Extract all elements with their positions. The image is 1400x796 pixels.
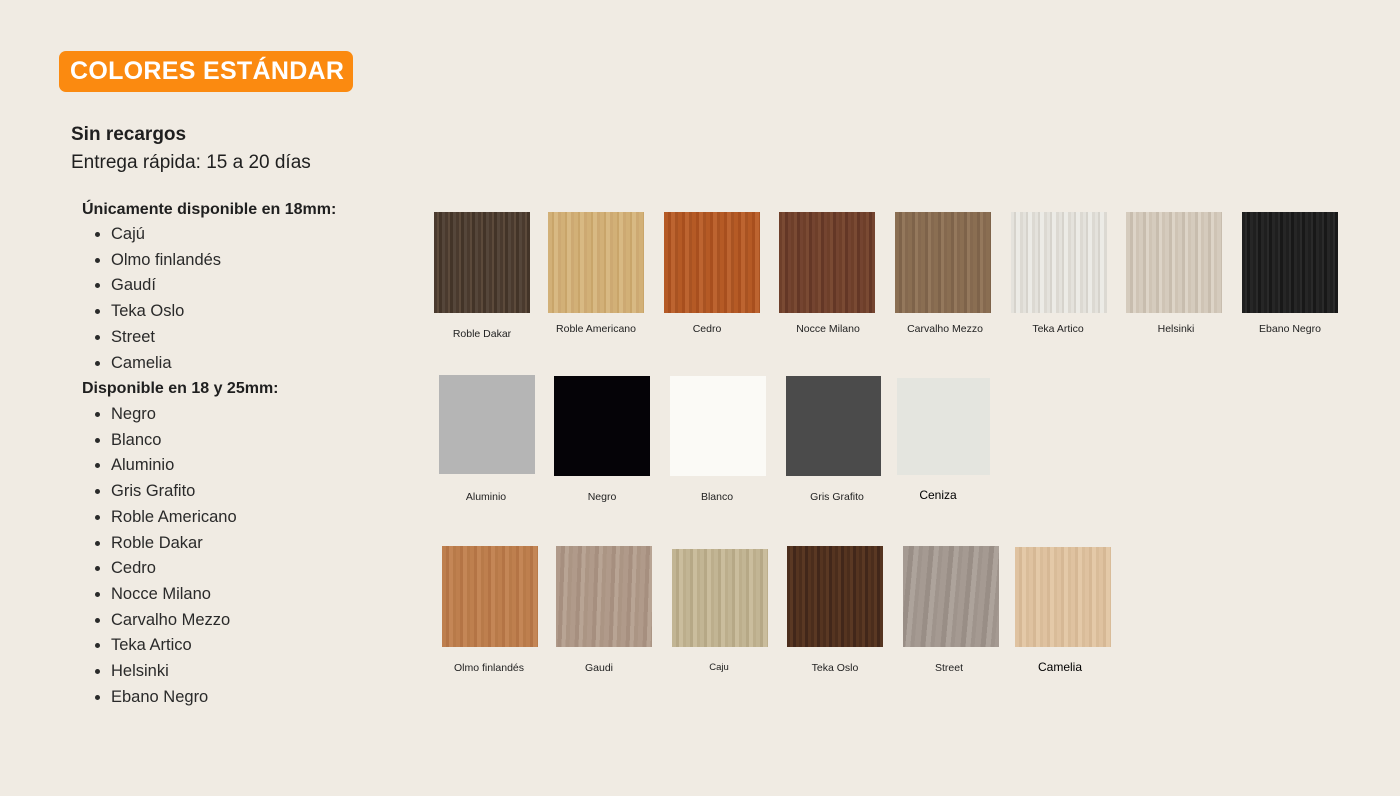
list-item: Olmo finlandés: [111, 248, 221, 274]
list-item: Street: [111, 325, 221, 351]
swatch-roble-americano: [548, 212, 644, 313]
swatch-roble-dakar: [434, 212, 530, 313]
swatch-teka-artico: [1011, 212, 1107, 313]
list-item: Aluminio: [111, 453, 237, 479]
swatch-label: Cedro: [692, 323, 722, 335]
list-item: Carvalho Mezzo: [111, 608, 237, 634]
list-item: Gris Grafito: [111, 479, 237, 505]
swatch-helsinki: [1126, 212, 1222, 313]
swatch-ceniza: [897, 378, 990, 475]
list-item: Gaudí: [111, 273, 221, 299]
swatch-gaudi: [556, 546, 652, 647]
list-item: Teka Oslo: [111, 299, 221, 325]
swatch-negro: [554, 376, 650, 476]
swatch-olmo-finlandes: [442, 546, 538, 647]
list-item: Negro: [111, 402, 237, 428]
list-item: Helsinki: [111, 659, 237, 685]
swatch-nocce-milano: [779, 212, 875, 313]
swatch-blanco: [670, 376, 766, 476]
swatch-caju: [672, 549, 768, 647]
list-18-25mm: Negro Blanco Aluminio Gris Grafito Roble…: [82, 402, 237, 710]
delivery-time-text: Entrega rápida: 15 a 20 días: [71, 152, 311, 173]
swatch-label: Blanco: [700, 491, 734, 503]
no-surcharge-heading: Sin recargos: [71, 124, 187, 145]
swatch-label: Gaudi: [584, 662, 614, 674]
list-18mm: Cajú Olmo finlandés Gaudí Teka Oslo Stre…: [82, 222, 221, 376]
swatch-label: Ebano Negro: [1259, 323, 1321, 335]
list-item: Nocce Milano: [111, 582, 237, 608]
list-item: Teka Artico: [111, 633, 237, 659]
swatch-ebano-negro: [1242, 212, 1338, 313]
list-item: Blanco: [111, 428, 237, 454]
section-18mm-title: Únicamente disponible en 18mm:: [82, 201, 337, 218]
swatch-label: Camelia: [1037, 660, 1082, 674]
section-18-25mm-title: Disponible en 18 y 25mm:: [82, 380, 279, 397]
swatch-camelia: [1015, 547, 1111, 647]
swatch-cedro: [664, 212, 760, 313]
swatch-carvalho-mezzo: [895, 212, 991, 313]
list-item: Cajú: [111, 222, 221, 248]
swatch-street: [903, 546, 999, 647]
list-item: Ebano Negro: [111, 685, 237, 711]
swatch-teka-oslo: [787, 546, 883, 647]
list-item: Cedro: [111, 556, 237, 582]
list-item: Camelia: [111, 351, 221, 377]
swatch-aluminio: [439, 375, 535, 474]
swatch-gris-grafito: [786, 376, 881, 476]
list-item: Roble Dakar: [111, 531, 237, 557]
page-title-badge: COLORES ESTÁNDAR: [59, 51, 353, 92]
swatch-label: Ceniza: [919, 488, 957, 502]
list-item: Roble Americano: [111, 505, 237, 531]
